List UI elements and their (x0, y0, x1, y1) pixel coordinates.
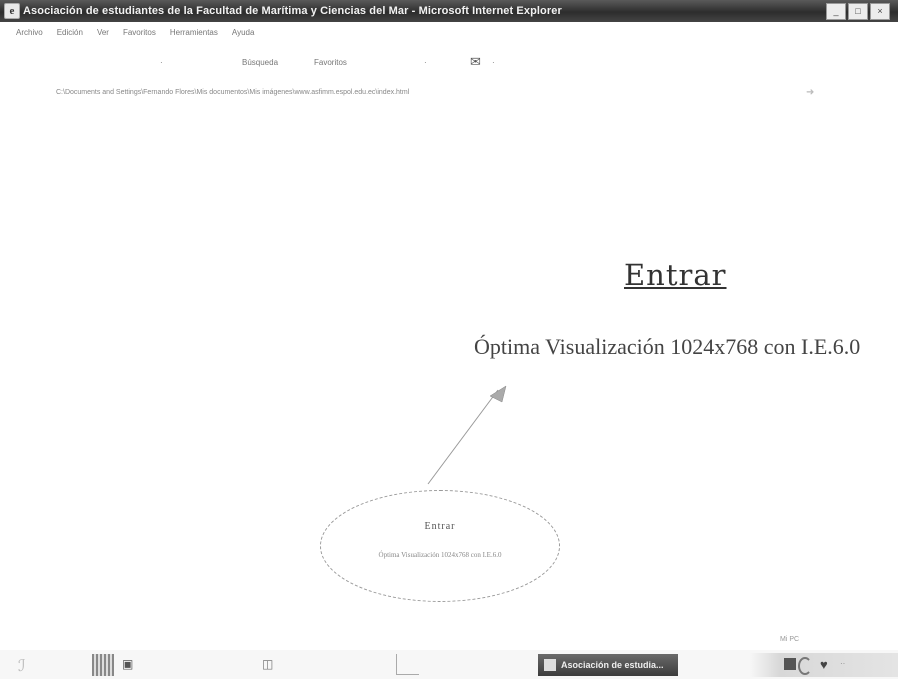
callout-enter-text: Entrar (424, 521, 456, 532)
window-title: Asociación de estudiantes de la Facultad… (23, 5, 562, 17)
minimize-button[interactable]: _ (826, 3, 846, 20)
close-button[interactable]: × (870, 3, 890, 20)
window-icon[interactable]: ◫ (262, 657, 273, 671)
tray-icon[interactable] (784, 658, 796, 670)
active-task-button[interactable]: Asociación de estudia... (538, 654, 678, 676)
clock-icon[interactable]: ·· (840, 659, 845, 668)
callout-ellipse: Entrar Óptima Visualización 1024x768 con… (320, 490, 560, 602)
print-icon[interactable]: · (492, 58, 495, 67)
address-input[interactable]: C:\Documents and Settings\Fernando Flore… (56, 89, 409, 96)
mail-icon[interactable]: ✉ (470, 54, 481, 70)
back-icon[interactable]: · (160, 58, 163, 67)
taskbar: ℐ ▣ ◫ Asociación de estudia... ♥ ·· (0, 650, 898, 679)
desktop-icon[interactable]: ▣ (122, 657, 133, 671)
menu-archivo[interactable]: Archivo (16, 28, 43, 37)
menu-herramientas[interactable]: Herramientas (170, 28, 218, 37)
status-bar: Mi PC (0, 633, 898, 647)
active-task-label: Asociación de estudia... (561, 660, 664, 670)
menu-edicion[interactable]: Edición (57, 28, 83, 37)
toolbar: · Búsqueda Favoritos · ✉ · (0, 54, 898, 72)
maximize-button[interactable]: □ (848, 3, 868, 20)
menu-favoritos[interactable]: Favoritos (123, 28, 156, 37)
quicklaunch-icon[interactable] (92, 654, 114, 676)
folder-icon[interactable] (396, 654, 419, 675)
window-titlebar[interactable]: e Asociación de estudiantes de la Facult… (0, 0, 898, 22)
address-bar[interactable]: C:\Documents and Settings\Fernando Flore… (0, 86, 898, 102)
go-arrow-icon[interactable]: ➜ (806, 87, 814, 98)
ie-task-icon (544, 659, 556, 671)
ie-page-icon: e (4, 3, 20, 19)
status-zone: Mi PC (780, 636, 800, 643)
history-icon[interactable]: · (424, 58, 427, 67)
enter-link[interactable]: Entrar (624, 258, 727, 292)
page-content: Entrar Óptima Visualización 1024x768 con… (0, 110, 898, 630)
network-icon[interactable]: ♥ (820, 657, 828, 672)
system-tray: ♥ ·· (750, 653, 898, 677)
menubar: Archivo Edición Ver Favoritos Herramient… (0, 24, 898, 40)
window-controls: _ □ × (826, 3, 890, 20)
optimal-view-text: Óptima Visualización 1024x768 con I.E.6.… (474, 334, 861, 359)
volume-icon[interactable] (798, 657, 812, 675)
menu-ver[interactable]: Ver (97, 28, 109, 37)
favorites-button[interactable]: Favoritos (314, 58, 347, 67)
callout-optima-text: Óptima Visualización 1024x768 con I.E.6.… (378, 551, 502, 559)
start-icon[interactable]: ℐ (18, 656, 26, 676)
menu-ayuda[interactable]: Ayuda (232, 28, 255, 37)
search-button[interactable]: Búsqueda (242, 58, 278, 67)
callout-arrow (427, 385, 507, 485)
